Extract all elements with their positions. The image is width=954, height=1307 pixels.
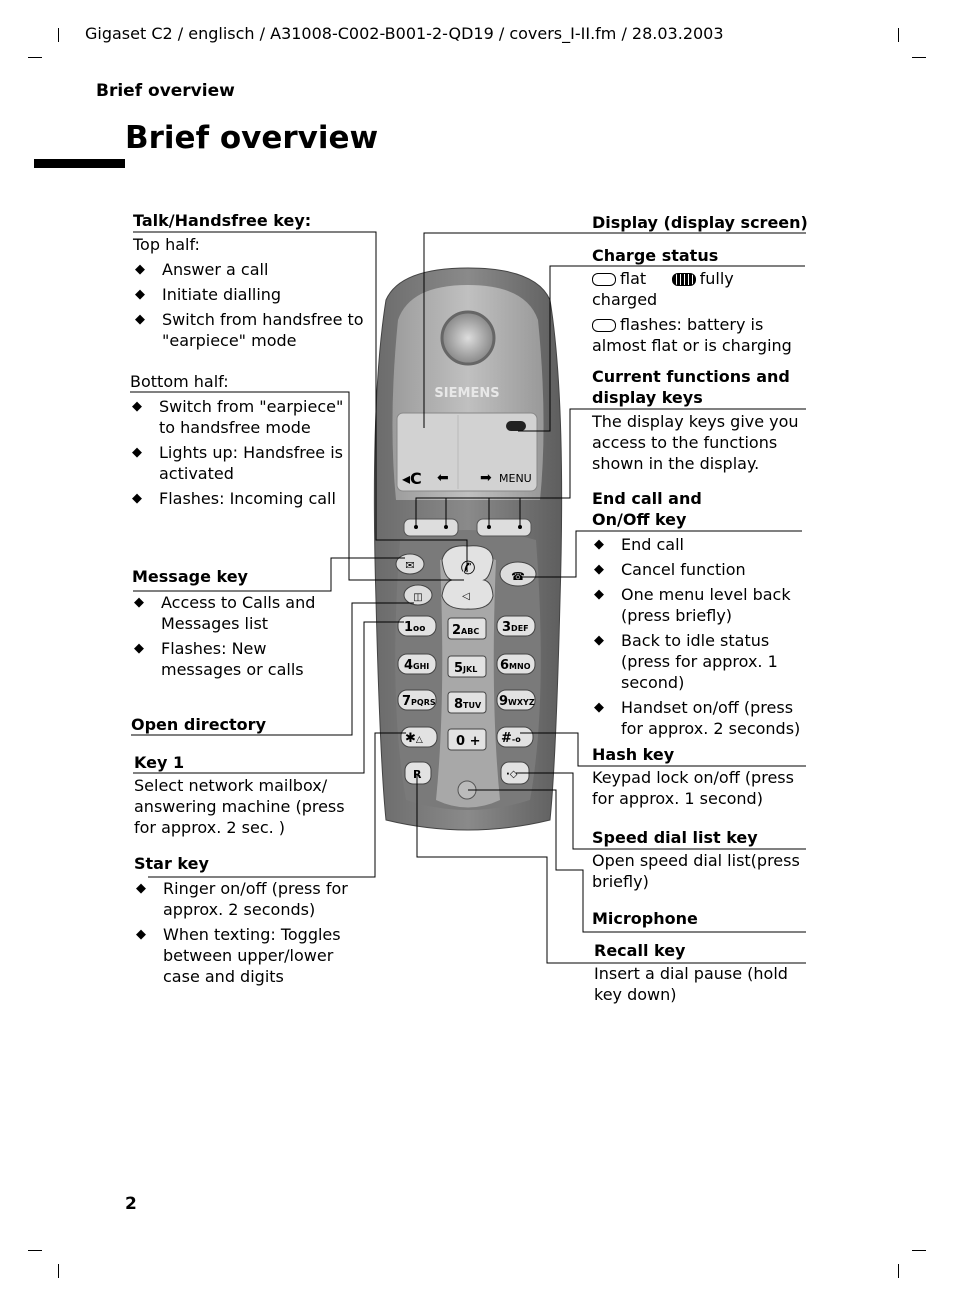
list-item: Flashes: New messages or calls (132, 638, 322, 680)
list-item: Back to idle status (press for approx. 1… (592, 630, 804, 693)
microphone-label: Microphone (592, 909, 698, 928)
brand-logo: SIEMENS (434, 386, 499, 401)
message-key-label: Message key (132, 567, 248, 586)
talk-handsfree-label: Talk/Handsfree key: (133, 211, 312, 230)
battery-full-icon (671, 273, 696, 286)
list-item: When texting: Toggles between upper/lowe… (134, 924, 354, 987)
talk-bottom-half-label: Bottom half: (130, 372, 229, 391)
battery-empty-icon (592, 319, 616, 332)
display-key-left (403, 518, 459, 537)
battery-icon (506, 421, 526, 431)
svg-text:✉: ✉ (405, 559, 414, 572)
speed-dial-text: Open speed dial list(press briefly) (592, 851, 800, 891)
svg-text:✆: ✆ (460, 558, 475, 579)
key-0: 0 + (456, 734, 480, 749)
open-directory-label: Open directory (131, 715, 266, 734)
display-key-right (476, 518, 532, 537)
current-functions-label: Current functions and display keys (592, 367, 790, 407)
list-item: Flashes: Incoming call (130, 488, 345, 509)
list-item: Switch from "earpiece" to handsfree mode (130, 396, 345, 438)
star-key-label: Star key (134, 854, 209, 873)
recall-key-label: Recall key (594, 941, 686, 960)
list-item: Handset on/off (press for approx. 2 seco… (592, 697, 804, 739)
list-item: One menu level back (press briefly) (592, 584, 804, 626)
list-item: Ringer on/off (press for approx. 2 secon… (134, 878, 354, 920)
earpiece-icon (440, 310, 496, 366)
charge-flashes-text: flashes: battery is almost flat or is ch… (592, 315, 792, 355)
list-item: End call (592, 534, 804, 555)
display-label: Display (display screen) (592, 213, 808, 232)
svg-text:◫: ◫ (413, 592, 422, 603)
arrow-left-icon: ⬅ (437, 470, 449, 486)
list-item: Switch from handsfree to "earpiece" mode (133, 309, 373, 351)
arrow-right-icon: ➡ (480, 470, 492, 486)
hash-key-text: Keypad lock on/off (press for approx. 1 … (592, 768, 794, 808)
list-item: Access to Calls and Messages list (132, 592, 322, 634)
key-speed-dial: ·◇ (506, 769, 518, 780)
current-functions-text: The display keys give you access to the … (592, 412, 799, 473)
message-key-list: Access to Calls and Messages list Flashe… (132, 592, 322, 684)
talk-bottom-list: Switch from "earpiece" to handsfree mode… (130, 396, 345, 513)
list-item: Initiate dialling (133, 284, 373, 305)
end-call-label: End call and On/Off key (592, 489, 702, 529)
list-item: Answer a call (133, 259, 373, 280)
recall-key-text: Insert a dial pause (hold key down) (594, 964, 788, 1004)
talk-top-half-label: Top half: (133, 235, 200, 254)
svg-text:◁: ◁ (462, 591, 470, 602)
list-item: Lights up: Handsfree is activated (130, 442, 345, 484)
talk-top-list: Answer a call Initiate dialling Switch f… (133, 259, 373, 355)
charge-status-text: flat fully charged (592, 269, 734, 309)
charge-status-label: Charge status (592, 246, 719, 265)
key1-label: Key 1 (134, 753, 185, 772)
battery-empty-icon (592, 273, 616, 286)
display-softkey-left: ◂C (402, 469, 422, 488)
list-item: Cancel function (592, 559, 804, 580)
star-key-list: Ringer on/off (press for approx. 2 secon… (134, 878, 354, 991)
display-softkey-right: MENU (499, 472, 532, 485)
end-call-list: End call Cancel function One menu level … (592, 534, 804, 743)
speed-dial-label: Speed dial list key (592, 828, 758, 847)
hash-key-label: Hash key (592, 745, 675, 764)
key1-description: Select network mailbox/ answering machin… (134, 776, 345, 837)
